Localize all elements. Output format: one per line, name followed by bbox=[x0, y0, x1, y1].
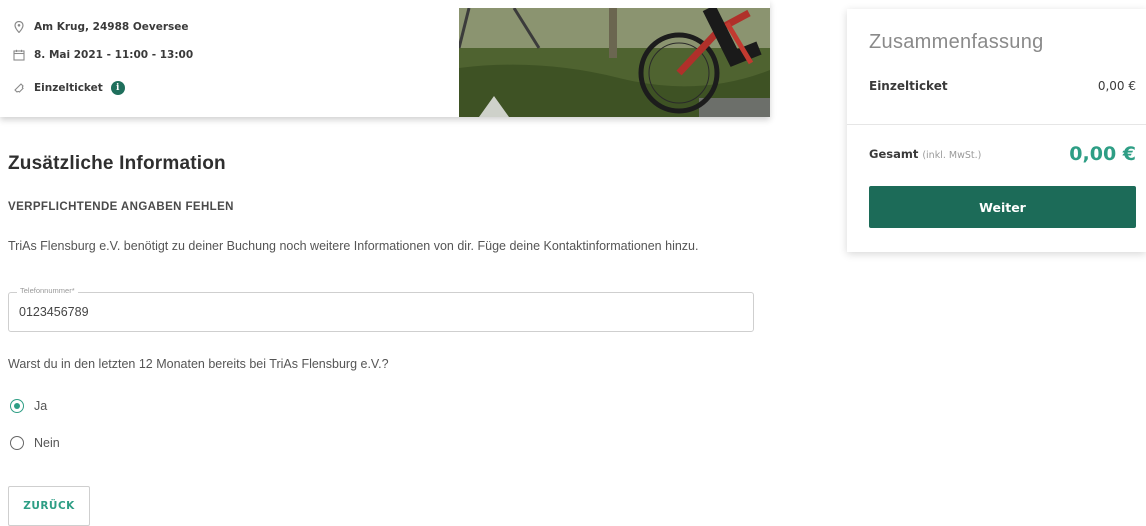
summary-divider bbox=[847, 124, 1146, 125]
order-summary: Zusammenfassung Einzelticket 0,00 € Gesa… bbox=[847, 9, 1146, 252]
info-description: TriAs Flensburg e.V. benötigt zu deiner … bbox=[8, 239, 699, 253]
phone-field-value[interactable]: 0123456789 bbox=[19, 305, 89, 319]
summary-total-amount: 0,00 € bbox=[1069, 143, 1136, 165]
event-location: Am Krug, 24988 Oeversee bbox=[12, 20, 189, 34]
calendar-icon bbox=[12, 48, 26, 62]
event-ticket-text: Einzelticket bbox=[34, 82, 103, 94]
event-card: Am Krug, 24988 Oeversee 8. Mai 2021 - 11… bbox=[0, 0, 770, 117]
phone-field-label: Telefonnummer* bbox=[17, 286, 78, 295]
radio-option-nein[interactable]: Nein bbox=[10, 436, 60, 450]
section-title: Zusätzliche Information bbox=[8, 153, 226, 174]
event-date-text: 8. Mai 2021 - 11:00 - 13:00 bbox=[34, 49, 194, 61]
event-location-text: Am Krug, 24988 Oeversee bbox=[34, 21, 189, 33]
summary-line-item: Einzelticket 0,00 € bbox=[869, 79, 1136, 93]
membership-question: Warst du in den letzten 12 Monaten berei… bbox=[8, 357, 389, 371]
summary-item-price: 0,00 € bbox=[1097, 79, 1136, 93]
info-icon[interactable]: i bbox=[110, 81, 125, 95]
radio-nein-label[interactable]: Nein bbox=[34, 436, 60, 450]
ticket-icon bbox=[12, 81, 26, 95]
radio-option-ja[interactable]: Ja bbox=[10, 399, 47, 413]
map-pin-icon bbox=[12, 20, 26, 34]
summary-total-label: Gesamt (inkl. MwSt.) bbox=[869, 147, 981, 161]
radio-nein-button[interactable] bbox=[10, 436, 24, 450]
missing-info-warning: VERPFLICHTENDE ANGABEN FEHLEN bbox=[8, 201, 234, 213]
phone-field[interactable]: Telefonnummer* 0123456789 bbox=[8, 286, 754, 332]
radio-ja-label[interactable]: Ja bbox=[34, 399, 47, 413]
radio-ja-button[interactable] bbox=[10, 399, 24, 413]
total-note: (inkl. MwSt.) bbox=[922, 150, 982, 161]
summary-total: Gesamt (inkl. MwSt.) 0,00 € bbox=[869, 143, 1136, 165]
event-ticket: Einzelticket i bbox=[12, 81, 125, 95]
summary-item-label: Einzelticket bbox=[869, 79, 948, 93]
total-label-text: Gesamt bbox=[869, 147, 919, 161]
event-date: 8. Mai 2021 - 11:00 - 13:00 bbox=[12, 48, 193, 62]
continue-button[interactable]: Weiter bbox=[869, 186, 1136, 228]
summary-title: Zusammenfassung bbox=[869, 31, 1044, 53]
event-image bbox=[459, 8, 770, 117]
back-button[interactable]: ZURÜCK bbox=[8, 486, 90, 526]
